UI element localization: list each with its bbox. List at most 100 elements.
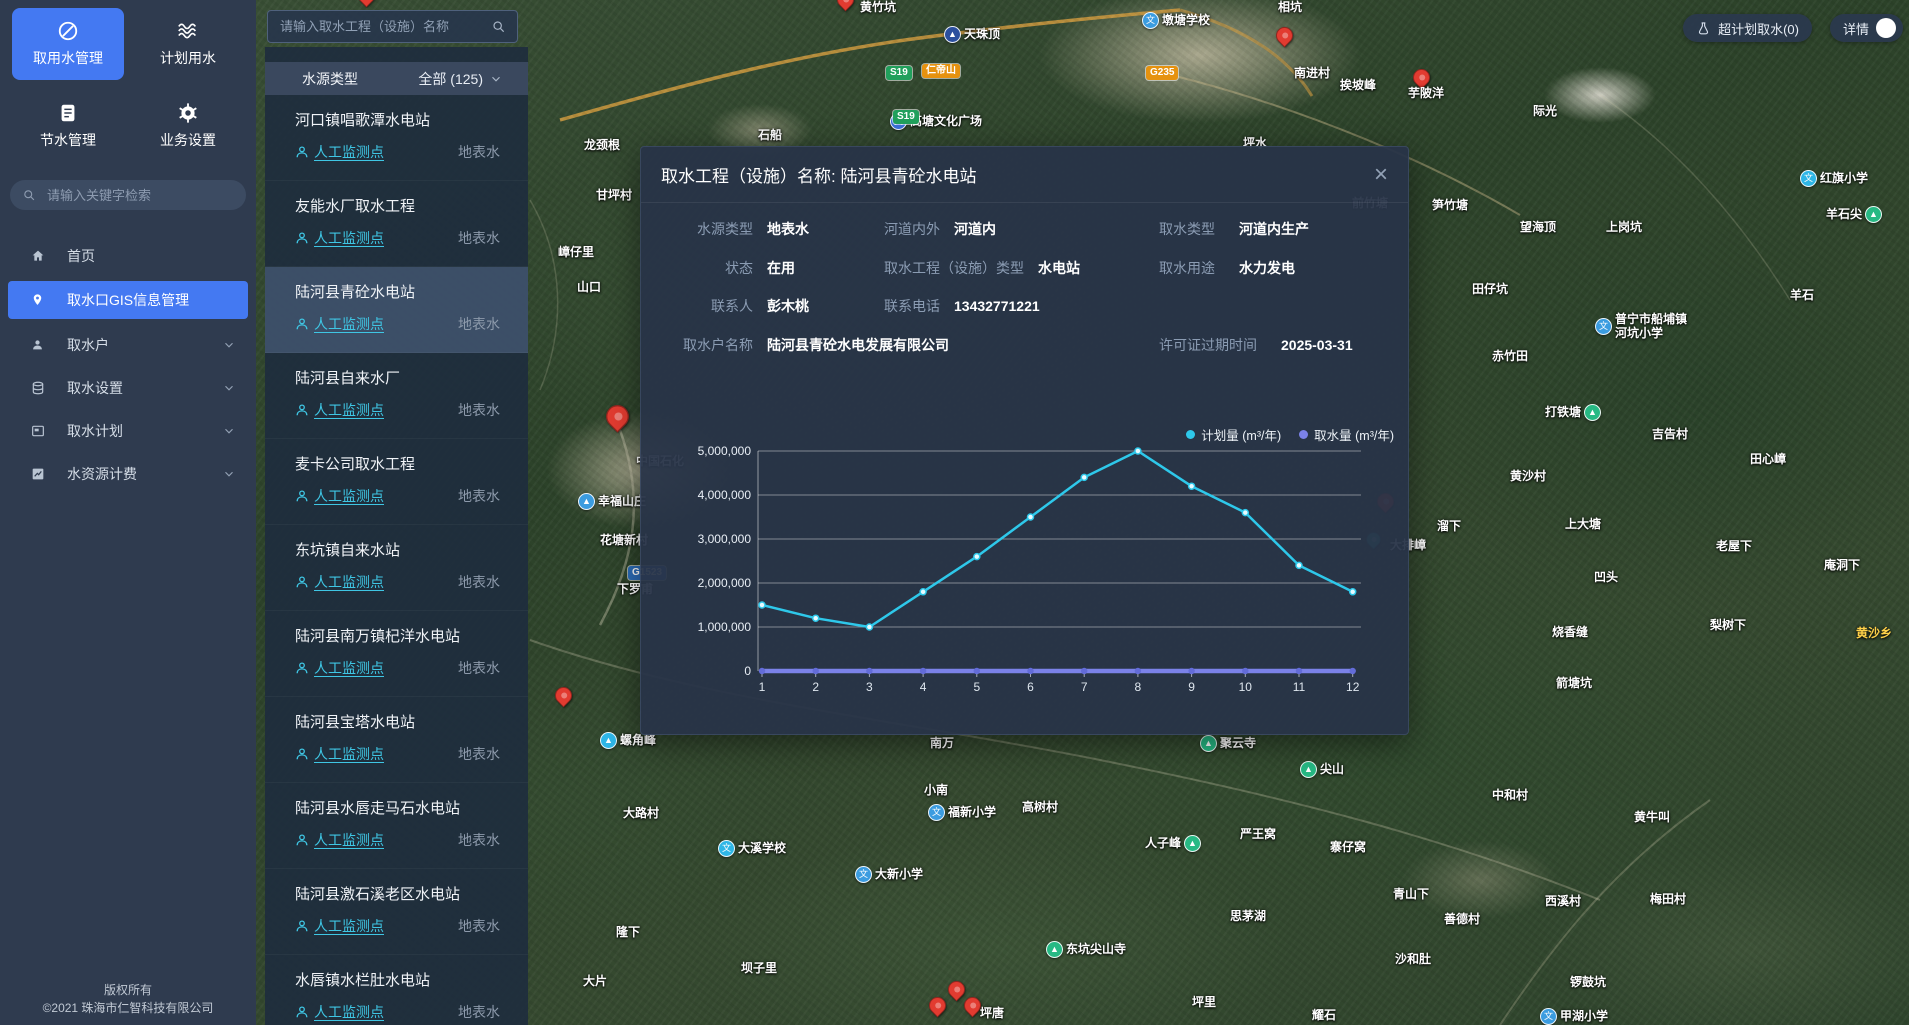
map-label-text: 羊石 bbox=[1790, 288, 1814, 302]
module-label: 节水管理 bbox=[40, 130, 96, 150]
map-label: 甘坪村 bbox=[596, 188, 632, 202]
sidebar-item-users[interactable]: 取水户 bbox=[0, 323, 256, 366]
school-poi-icon: 文 bbox=[1142, 12, 1159, 29]
map-label-text: 望海顶 bbox=[1520, 220, 1556, 234]
map-pin-icon[interactable] bbox=[551, 683, 575, 707]
over-plan-button[interactable]: 超计划取水(0) bbox=[1683, 14, 1812, 42]
map-label-text: 嶂仔里 bbox=[558, 245, 594, 259]
list-item[interactable]: 河口镇唱歌潭水电站人工监测点地表水 bbox=[265, 95, 528, 181]
list-item[interactable]: 陆河县南万镇杞洋水电站人工监测点地表水 bbox=[265, 611, 528, 697]
chevron-down-icon[interactable] bbox=[222, 338, 236, 352]
sidebar-item-gis[interactable]: 取水口GIS信息管理 bbox=[8, 281, 248, 319]
monitor-point-link[interactable]: 人工监测点 bbox=[295, 744, 384, 764]
detail-toggle[interactable]: 详情 bbox=[1830, 14, 1903, 42]
map-label-text: 梨树下 bbox=[1710, 618, 1746, 632]
gear-icon bbox=[177, 102, 199, 124]
list-item[interactable]: 陆河县青砼水电站人工监测点地表水 bbox=[265, 267, 528, 353]
svg-text:5,000,000: 5,000,000 bbox=[698, 444, 752, 458]
map-pin-icon[interactable] bbox=[833, 0, 857, 12]
map-label-text: 天珠顶 bbox=[964, 27, 1000, 41]
list-search[interactable] bbox=[267, 10, 518, 43]
module-intake-use[interactable]: 取用水管理 bbox=[12, 8, 124, 80]
search-icon[interactable] bbox=[491, 19, 507, 35]
map-label-text: 福新小学 bbox=[948, 805, 996, 819]
sidebar-item-intake-plan[interactable]: 取水计划 bbox=[0, 409, 256, 452]
sidebar-search-input[interactable] bbox=[45, 187, 234, 204]
person-icon bbox=[295, 317, 309, 331]
map-label: 相坑 bbox=[1278, 0, 1302, 14]
intake-list: 河口镇唱歌潭水电站人工监测点地表水友能水厂取水工程人工监测点地表水陆河县青砼水电… bbox=[265, 95, 528, 1025]
map-label-text: 挨坡峰 bbox=[1340, 78, 1376, 92]
map-label-text: 高树村 bbox=[1022, 800, 1058, 814]
list-item[interactable]: 陆河县水唇走马石水电站人工监测点地表水 bbox=[265, 783, 528, 869]
intake-list-panel: 水源类型 全部 (125) 河口镇唱歌潭水电站人工监测点地表水友能水厂取水工程人… bbox=[265, 0, 528, 1025]
map-pin-icon[interactable] bbox=[1272, 23, 1296, 47]
sidebar-item-intake-settings[interactable]: 取水设置 bbox=[0, 366, 256, 409]
map-label: 望海顶 bbox=[1520, 220, 1556, 234]
route-badge: S19 bbox=[886, 66, 912, 80]
filter-all-dropdown[interactable]: 全部 (125) bbox=[418, 69, 503, 89]
list-item[interactable]: 东坑镇自来水站人工监测点地表水 bbox=[265, 525, 528, 611]
toggle-knob[interactable] bbox=[1876, 18, 1896, 38]
route-badge: G235 bbox=[1146, 66, 1178, 80]
person-icon bbox=[295, 919, 309, 933]
map-label-text: 小南 bbox=[924, 783, 948, 797]
monitor-point-link[interactable]: 人工监测点 bbox=[295, 1002, 384, 1022]
map-pin-icon[interactable] bbox=[944, 977, 968, 1001]
field: 取水用途水力发电 bbox=[1159, 258, 1295, 278]
monitor-point-link[interactable]: 人工监测点 bbox=[295, 658, 384, 678]
sidebar-search[interactable] bbox=[10, 180, 246, 210]
map-label-text: 坪里 bbox=[1192, 995, 1216, 1009]
person-icon bbox=[295, 145, 309, 159]
water-source-type: 地表水 bbox=[458, 486, 500, 506]
list-item[interactable]: 陆河县激石溪老区水电站人工监测点地表水 bbox=[265, 869, 528, 955]
home-icon bbox=[30, 248, 47, 264]
map-label: 大片 bbox=[583, 974, 607, 988]
monitor-point-link[interactable]: 人工监测点 bbox=[295, 400, 384, 420]
list-item-meta: 人工监测点地表水 bbox=[295, 228, 500, 248]
monitor-point-link[interactable]: 人工监测点 bbox=[295, 314, 384, 334]
school-poi-icon: 文 bbox=[1800, 170, 1817, 187]
monitor-point-link[interactable]: 人工监测点 bbox=[295, 916, 384, 936]
map-label: 上大塘 bbox=[1565, 517, 1601, 531]
dialog-title: 取水工程（设施）名称: 陆河县青砼水电站 bbox=[661, 162, 976, 187]
peak-poi-icon: ▲ bbox=[1300, 761, 1317, 778]
chevron-down-icon[interactable] bbox=[222, 381, 236, 395]
sidebar-item-water-billing[interactable]: 水资源计费 bbox=[0, 452, 256, 495]
map-label: 黄沙乡 bbox=[1856, 626, 1892, 640]
monitor-point-link[interactable]: 人工监测点 bbox=[295, 228, 384, 248]
map-pin-icon[interactable] bbox=[601, 400, 633, 432]
map-label: 老屋下 bbox=[1716, 539, 1752, 553]
map-label-text: 坪唐 bbox=[980, 1006, 1004, 1020]
monitor-point-link[interactable]: 人工监测点 bbox=[295, 142, 384, 162]
filter-label: 水源类型 bbox=[302, 69, 358, 89]
monitor-point-link[interactable]: 人工监测点 bbox=[295, 572, 384, 592]
monitor-point-link[interactable]: 人工监测点 bbox=[295, 486, 384, 506]
water-source-type: 地表水 bbox=[458, 658, 500, 678]
list-item[interactable]: 友能水厂取水工程人工监测点地表水 bbox=[265, 181, 528, 267]
module-biz-settings[interactable]: 业务设置 bbox=[132, 90, 244, 162]
list-item[interactable]: 陆河县自来水厂人工监测点地表水 bbox=[265, 353, 528, 439]
water-source-type: 地表水 bbox=[458, 572, 500, 592]
copyright-line2: ©2021 珠海市仁智科技有限公司 bbox=[0, 999, 256, 1017]
sidebar-item-home[interactable]: 首页 bbox=[0, 234, 256, 277]
list-search-input[interactable] bbox=[278, 18, 483, 35]
map-label-text: 幸福山庄 bbox=[598, 494, 646, 508]
field-value: 水力发电 bbox=[1239, 258, 1295, 278]
module-save-water[interactable]: 节水管理 bbox=[12, 90, 124, 162]
list-item[interactable]: 麦卡公司取水工程人工监测点地表水 bbox=[265, 439, 528, 525]
module-plan-use[interactable]: 计划用水 bbox=[132, 8, 244, 80]
copyright-line1: 版权所有 bbox=[0, 981, 256, 999]
chevron-down-icon[interactable] bbox=[222, 424, 236, 438]
list-item[interactable]: 陆河县宝塔水电站人工监测点地表水 bbox=[265, 697, 528, 783]
map-label: 黄沙村 bbox=[1510, 469, 1546, 483]
intake-name: 友能水厂取水工程 bbox=[295, 195, 500, 216]
map-pin-icon[interactable] bbox=[925, 993, 949, 1017]
pin-icon bbox=[30, 292, 47, 308]
chevron-down-icon[interactable] bbox=[222, 467, 236, 481]
map-label: 坪里 bbox=[1192, 995, 1216, 1009]
plan-icon bbox=[30, 423, 47, 439]
list-item[interactable]: 水唇镇水栏肚水电站人工监测点地表水 bbox=[265, 955, 528, 1025]
monitor-point-link[interactable]: 人工监测点 bbox=[295, 830, 384, 850]
close-icon[interactable]: × bbox=[1374, 163, 1388, 187]
